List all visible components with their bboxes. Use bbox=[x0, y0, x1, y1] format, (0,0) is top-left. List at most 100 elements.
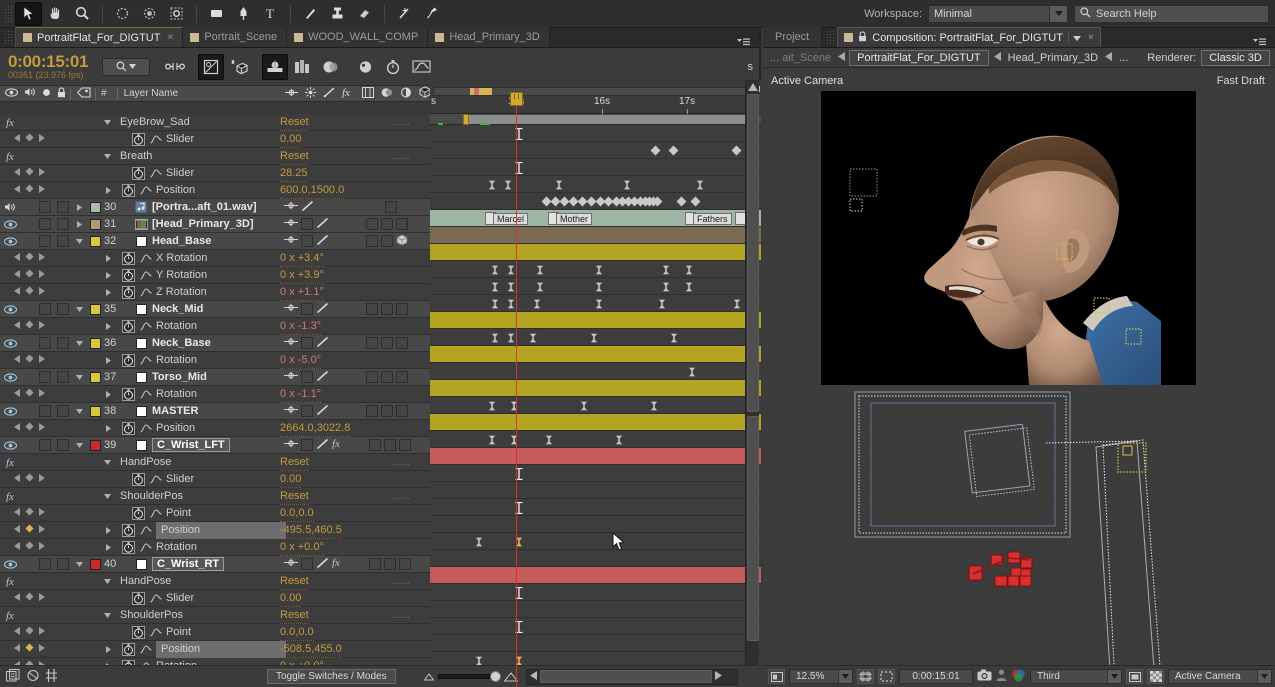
timeline-property-track[interactable] bbox=[430, 499, 761, 516]
layer-visibility-toggle[interactable] bbox=[0, 437, 20, 454]
timeline-property-track[interactable] bbox=[430, 516, 761, 533]
keyframe-marker[interactable] bbox=[650, 145, 661, 156]
show-snapshot-icon[interactable] bbox=[996, 669, 1007, 684]
frame-blend-icon[interactable] bbox=[362, 86, 374, 101]
property-row[interactable]: Rotation 0 x -1.1° bbox=[0, 386, 430, 403]
keyframe-marker[interactable] bbox=[487, 435, 497, 445]
keyframe-marker[interactable] bbox=[544, 435, 554, 445]
collapse-icon[interactable] bbox=[305, 86, 316, 101]
keyframe-marker[interactable] bbox=[622, 180, 632, 190]
keyframe-toggle-diamond[interactable] bbox=[25, 252, 34, 264]
property-disclosure-triangle[interactable] bbox=[106, 539, 111, 556]
keyframe-navigator[interactable] bbox=[0, 473, 46, 485]
show-channel-icon[interactable] bbox=[1011, 669, 1026, 685]
keyframe-marker[interactable] bbox=[506, 299, 516, 309]
effect-about-link[interactable]: ...... bbox=[393, 488, 410, 505]
timeline-property-track[interactable] bbox=[430, 176, 761, 193]
layer-disclosure-triangle[interactable] bbox=[72, 199, 86, 216]
collapse-switch[interactable] bbox=[301, 303, 313, 315]
stopwatch-icon[interactable] bbox=[122, 318, 135, 335]
next-keyframe-arrow[interactable] bbox=[39, 354, 45, 366]
keyframe-navigator[interactable] bbox=[0, 252, 46, 264]
property-row[interactable]: Z Rotation 0 x +1.1° bbox=[0, 284, 430, 301]
stopwatch-icon[interactable] bbox=[132, 471, 145, 488]
property-name[interactable]: Slider bbox=[166, 165, 194, 182]
graph-editor-property-icon[interactable] bbox=[140, 352, 152, 369]
layer-switches-extra[interactable] bbox=[385, 199, 397, 216]
stopwatch-icon[interactable] bbox=[132, 590, 145, 607]
layer-solo-toggle[interactable] bbox=[36, 403, 54, 420]
rotation-tool[interactable] bbox=[109, 2, 136, 26]
layer-row[interactable]: 38 MASTER bbox=[0, 403, 430, 420]
keyframe-marker[interactable] bbox=[474, 656, 484, 666]
layer-audio-toggle[interactable] bbox=[20, 301, 36, 318]
prev-keyframe-arrow[interactable] bbox=[14, 133, 20, 145]
tab-project[interactable]: Project bbox=[763, 27, 823, 47]
hide-shy-layers-button[interactable] bbox=[226, 54, 252, 80]
stopwatch-icon[interactable] bbox=[122, 182, 135, 199]
effects-switch[interactable]: fx bbox=[332, 438, 345, 452]
layer-row[interactable]: 40 C_Wrist_RT fx bbox=[0, 556, 430, 573]
layer-name[interactable]: C_Wrist_RT bbox=[148, 556, 225, 573]
layer-disclosure-triangle[interactable] bbox=[72, 556, 86, 573]
property-value[interactable]: 2664.0,3022.8 bbox=[280, 420, 351, 437]
keyframe-marker[interactable] bbox=[589, 333, 599, 343]
region-of-interest-icon[interactable] bbox=[878, 669, 895, 684]
parent-pick-whip-icon[interactable] bbox=[284, 371, 298, 383]
effects-icon[interactable]: fx bbox=[342, 87, 355, 101]
property-value[interactable]: 0 x +3.9° bbox=[280, 267, 324, 284]
keyframe-marker[interactable] bbox=[506, 282, 516, 292]
eye-icon[interactable] bbox=[4, 87, 19, 100]
effect-disclosure-triangle[interactable] bbox=[104, 607, 111, 624]
property-row[interactable]: Rotation 0 x -5.0° bbox=[0, 352, 430, 369]
chevron-down-icon[interactable] bbox=[1107, 670, 1121, 683]
parent-pick-whip-icon[interactable] bbox=[284, 439, 298, 451]
layer-lock-toggle[interactable] bbox=[54, 556, 72, 573]
property-name[interactable]: Point bbox=[166, 505, 191, 522]
property-row[interactable]: Rotation 0 x +0.0° bbox=[0, 539, 430, 556]
toggle-viewer-layout-icon[interactable] bbox=[1126, 669, 1143, 684]
collapse-switch[interactable] bbox=[301, 405, 313, 417]
layer-switches[interactable]: fx bbox=[284, 556, 345, 573]
property-name[interactable]: Point bbox=[166, 624, 191, 641]
always-preview-icon[interactable] bbox=[768, 669, 785, 684]
renderer-value[interactable]: Classic 3D bbox=[1201, 49, 1270, 66]
next-keyframe-arrow[interactable] bbox=[39, 133, 45, 145]
layer-row[interactable]: 39 C_Wrist_LFT fx bbox=[0, 437, 430, 454]
layer-solo-toggle[interactable] bbox=[36, 301, 54, 318]
layer-disclosure-triangle[interactable] bbox=[72, 437, 86, 454]
effect-row[interactable]: fx HandPose Reset...... bbox=[0, 573, 430, 590]
toggle-switches-modes-button[interactable]: Toggle Switches / Modes bbox=[267, 669, 396, 684]
layer-row[interactable]: 32 Head_Base bbox=[0, 233, 430, 250]
pen-tool[interactable] bbox=[230, 2, 257, 26]
layer-lock-toggle[interactable] bbox=[54, 369, 72, 386]
timeline-property-track[interactable] bbox=[430, 193, 761, 210]
keyframe-marker[interactable] bbox=[554, 180, 564, 190]
effect-row[interactable]: fx ShoulderPos Reset...... bbox=[0, 607, 430, 624]
keyframe-navigator[interactable] bbox=[0, 388, 46, 400]
property-name[interactable]: Position bbox=[156, 521, 286, 539]
property-row[interactable]: Y Rotation 0 x +3.9° bbox=[0, 267, 430, 284]
keyframe-marker[interactable] bbox=[506, 265, 516, 275]
three-d-switch[interactable] bbox=[396, 233, 408, 249]
prev-keyframe-arrow[interactable] bbox=[14, 286, 20, 298]
keyframe-navigator[interactable] bbox=[0, 507, 46, 519]
playhead-handle[interactable] bbox=[510, 92, 523, 106]
next-keyframe-arrow[interactable] bbox=[39, 286, 45, 298]
tab-portraitflat-for-digtut[interactable]: PortraitFlat_For_DIGTUT × bbox=[15, 27, 184, 47]
magnification-select[interactable]: 12.5% bbox=[789, 669, 853, 684]
keyframe-marker[interactable] bbox=[668, 145, 679, 156]
keyframe-marker[interactable] bbox=[474, 537, 484, 547]
timeline-layer-bar[interactable] bbox=[430, 244, 761, 261]
graph-editor-property-icon[interactable] bbox=[140, 318, 152, 335]
quality-switch[interactable] bbox=[316, 302, 329, 317]
keyframe-navigator[interactable] bbox=[0, 524, 46, 536]
timeline-property-track[interactable] bbox=[430, 295, 761, 312]
layer-lock-toggle[interactable] bbox=[54, 233, 72, 250]
effect-row[interactable]: fx ShoulderPos Reset...... bbox=[0, 488, 430, 505]
next-keyframe-arrow[interactable] bbox=[39, 269, 45, 281]
effect-row[interactable]: fx EyeBrow_Sad Reset...... bbox=[0, 114, 430, 131]
graph-editor-property-icon[interactable] bbox=[150, 471, 162, 488]
prev-keyframe-arrow[interactable] bbox=[14, 354, 20, 366]
property-name[interactable]: Rotation bbox=[156, 386, 197, 403]
